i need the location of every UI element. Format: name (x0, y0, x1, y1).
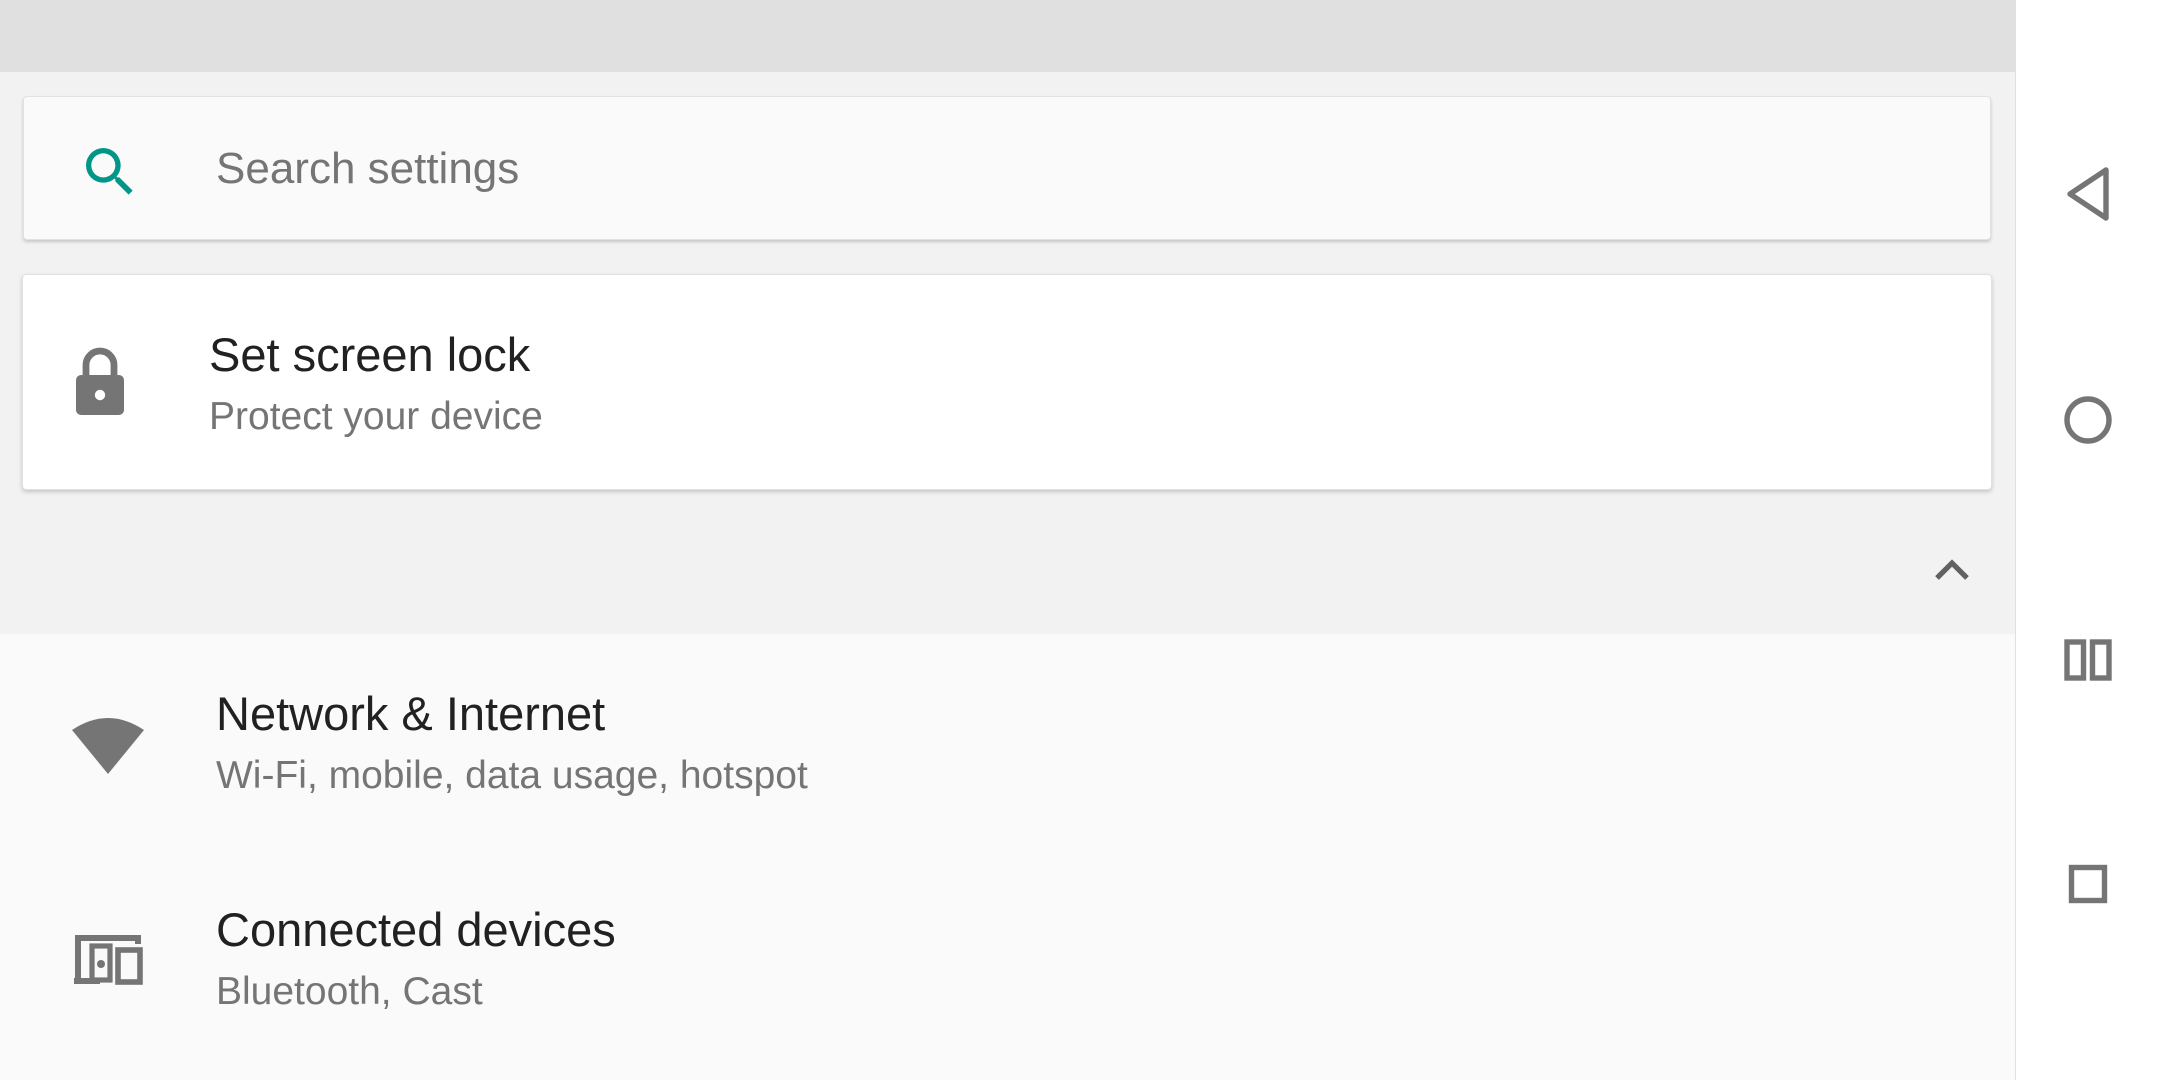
status-bar (0, 0, 2016, 72)
settings-item-connected-summary: Bluetooth, Cast (216, 970, 483, 1013)
suggestion-title: Set screen lock (209, 328, 531, 381)
wifi-icon (72, 718, 144, 774)
search-input[interactable]: Search settings (216, 143, 519, 195)
search-icon (86, 148, 133, 195)
suggestion-summary: Protect your device (209, 395, 543, 438)
home-icon[interactable] (2052, 384, 2124, 456)
suggestions-collapse-bar[interactable] (0, 512, 2016, 634)
settings-item-connected-title[interactable]: Connected devices (216, 902, 616, 958)
devices-icon (74, 935, 143, 985)
lock-icon (76, 347, 124, 415)
back-icon[interactable] (2052, 158, 2124, 230)
chevron-up-icon[interactable] (1928, 546, 1976, 594)
settings-item-network-summary: Wi-Fi, mobile, data usage, hotspot (216, 754, 808, 797)
split-screen-icon[interactable] (2052, 624, 2124, 696)
settings-screen: Search settings Set screen lock Protect … (0, 0, 2016, 1080)
recents-icon[interactable] (2052, 848, 2124, 920)
settings-item-network-title[interactable]: Network & Internet (216, 686, 605, 742)
